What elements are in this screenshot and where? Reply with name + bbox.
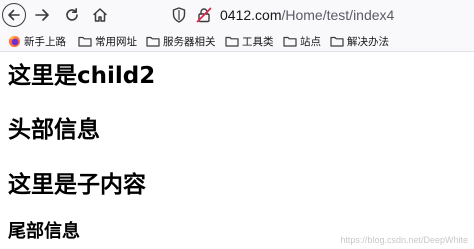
- page-content: 这里是child2 头部信息 这里是子内容 尾部信息 https://blog.…: [0, 52, 474, 249]
- bookmark-label: 新手上路: [24, 35, 66, 48]
- url-path: /Home/test/index4: [281, 7, 395, 23]
- bookmark-folder[interactable]: 工具类: [225, 32, 274, 50]
- back-button[interactable]: [2, 3, 26, 27]
- home-button[interactable]: [88, 3, 112, 27]
- bookmark-folder[interactable]: 站点: [283, 32, 321, 50]
- folder-icon: [283, 36, 297, 47]
- bookmark-label: 站点: [300, 35, 321, 48]
- address-bar[interactable]: 0412.com/Home/test/index4: [160, 3, 474, 27]
- bookmark-label: 常用网址: [95, 35, 137, 48]
- bookmark-folder[interactable]: 解决办法: [330, 32, 389, 50]
- url-text[interactable]: 0412.com/Home/test/index4: [220, 6, 394, 24]
- bookmark-label: 解决办法: [347, 35, 389, 48]
- url-host: 0412.com: [220, 7, 282, 23]
- bookmark-label: 工具类: [242, 35, 274, 48]
- insecure-lock-icon[interactable]: [196, 7, 212, 23]
- bookmark-item[interactable]: 新手上路: [8, 32, 66, 50]
- heading-footer: 尾部信息: [8, 221, 80, 242]
- home-icon: [93, 8, 107, 22]
- shield-icon[interactable]: [172, 7, 186, 23]
- bookmarks-toolbar: 新手上路 常用网址 服务器相关 工具类 站点 解决办法: [0, 30, 474, 52]
- bookmark-folder[interactable]: 常用网址: [78, 32, 137, 50]
- watermark: https://blog.csdn.net/DeepWhite: [340, 235, 468, 245]
- heading-child: 这里是child2: [8, 63, 156, 89]
- forward-button[interactable]: [30, 3, 54, 27]
- folder-icon: [78, 36, 92, 47]
- folder-icon: [330, 36, 344, 47]
- firefox-icon: [8, 35, 21, 47]
- back-arrow-icon: [8, 9, 20, 21]
- reload-icon: [66, 8, 78, 21]
- bookmark-folder[interactable]: 服务器相关: [146, 32, 216, 50]
- folder-icon: [225, 36, 239, 47]
- browser-toolbar: 0412.com/Home/test/index4: [0, 0, 474, 30]
- forward-arrow-icon: [35, 9, 49, 21]
- heading-header: 头部信息: [8, 117, 100, 143]
- folder-icon: [146, 36, 160, 47]
- reload-button[interactable]: [60, 3, 84, 27]
- bookmark-label: 服务器相关: [163, 35, 216, 48]
- heading-content: 这里是子内容: [8, 172, 146, 198]
